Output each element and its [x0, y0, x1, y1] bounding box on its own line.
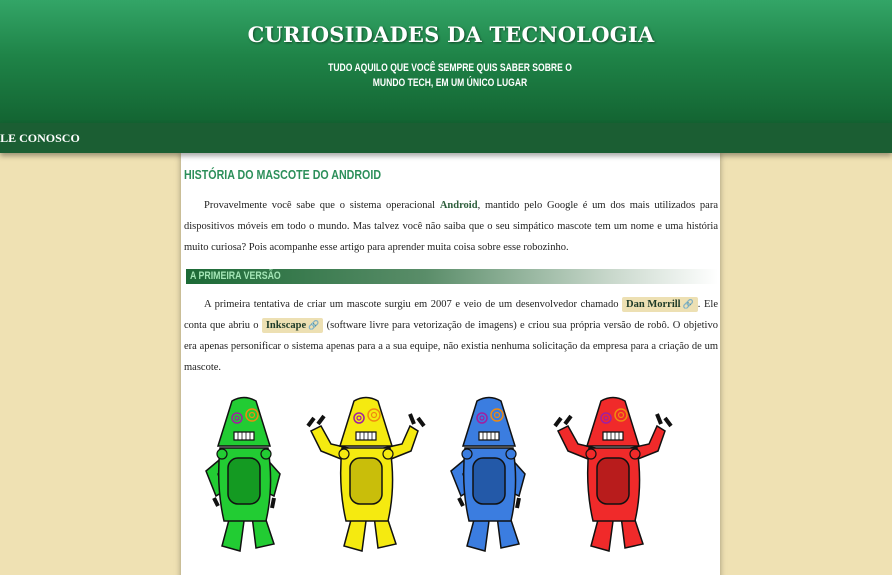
- page: CURIOSIDADES DA TECNOLOGIA TUDO AQUILO Q…: [0, 0, 892, 575]
- robot-mascot: [450, 396, 526, 552]
- inkscape-link-label: Inkscape: [265, 320, 307, 331]
- robot-mascot: [306, 396, 426, 552]
- main-nav: FALE CONOSCO: [0, 123, 892, 153]
- inkscape-link[interactable]: Inkscape 🔗: [261, 318, 324, 333]
- intro-text-start: Provavelmente você sabe que o sistema op…: [204, 200, 440, 211]
- link-icon: 🔗: [682, 299, 694, 309]
- dan-morrill-link[interactable]: Dan Morrill 🔗: [622, 297, 698, 312]
- article-title: HISTÓRIA DO MASCOTE DO ANDROID: [184, 167, 382, 182]
- link-icon: 🔗: [308, 320, 320, 330]
- site-header: CURIOSIDADES DA TECNOLOGIA TUDO AQUILO Q…: [0, 0, 892, 123]
- site-subtitle: TUDO AQUILO QUE VOCÊ SEMPRE QUIS SABER S…: [328, 62, 572, 89]
- robot-mascot: [205, 396, 281, 552]
- dan-morrill-link-label: Dan Morrill: [626, 299, 681, 310]
- intro-paragraph: Provavelmente você sabe que o sistema op…: [184, 195, 718, 258]
- section-paragraph: A primeira tentativa de criar um mascote…: [184, 294, 718, 378]
- section-text-start: A primeira tentativa de criar um mascote…: [204, 299, 623, 310]
- robots-illustration: [205, 396, 673, 552]
- section-title: A PRIMEIRA VERSÃO: [190, 270, 281, 282]
- site-title: CURIOSIDADES DA TECNOLOGIA: [247, 22, 655, 47]
- article-container: HISTÓRIA DO MASCOTE DO ANDROID Provavelm…: [181, 153, 720, 575]
- nav-link-contact[interactable]: FALE CONOSCO: [0, 131, 80, 146]
- section-header-bar: A PRIMEIRA VERSÃO: [186, 269, 718, 284]
- robot-mascot: [553, 396, 673, 552]
- android-term: Android: [439, 200, 478, 211]
